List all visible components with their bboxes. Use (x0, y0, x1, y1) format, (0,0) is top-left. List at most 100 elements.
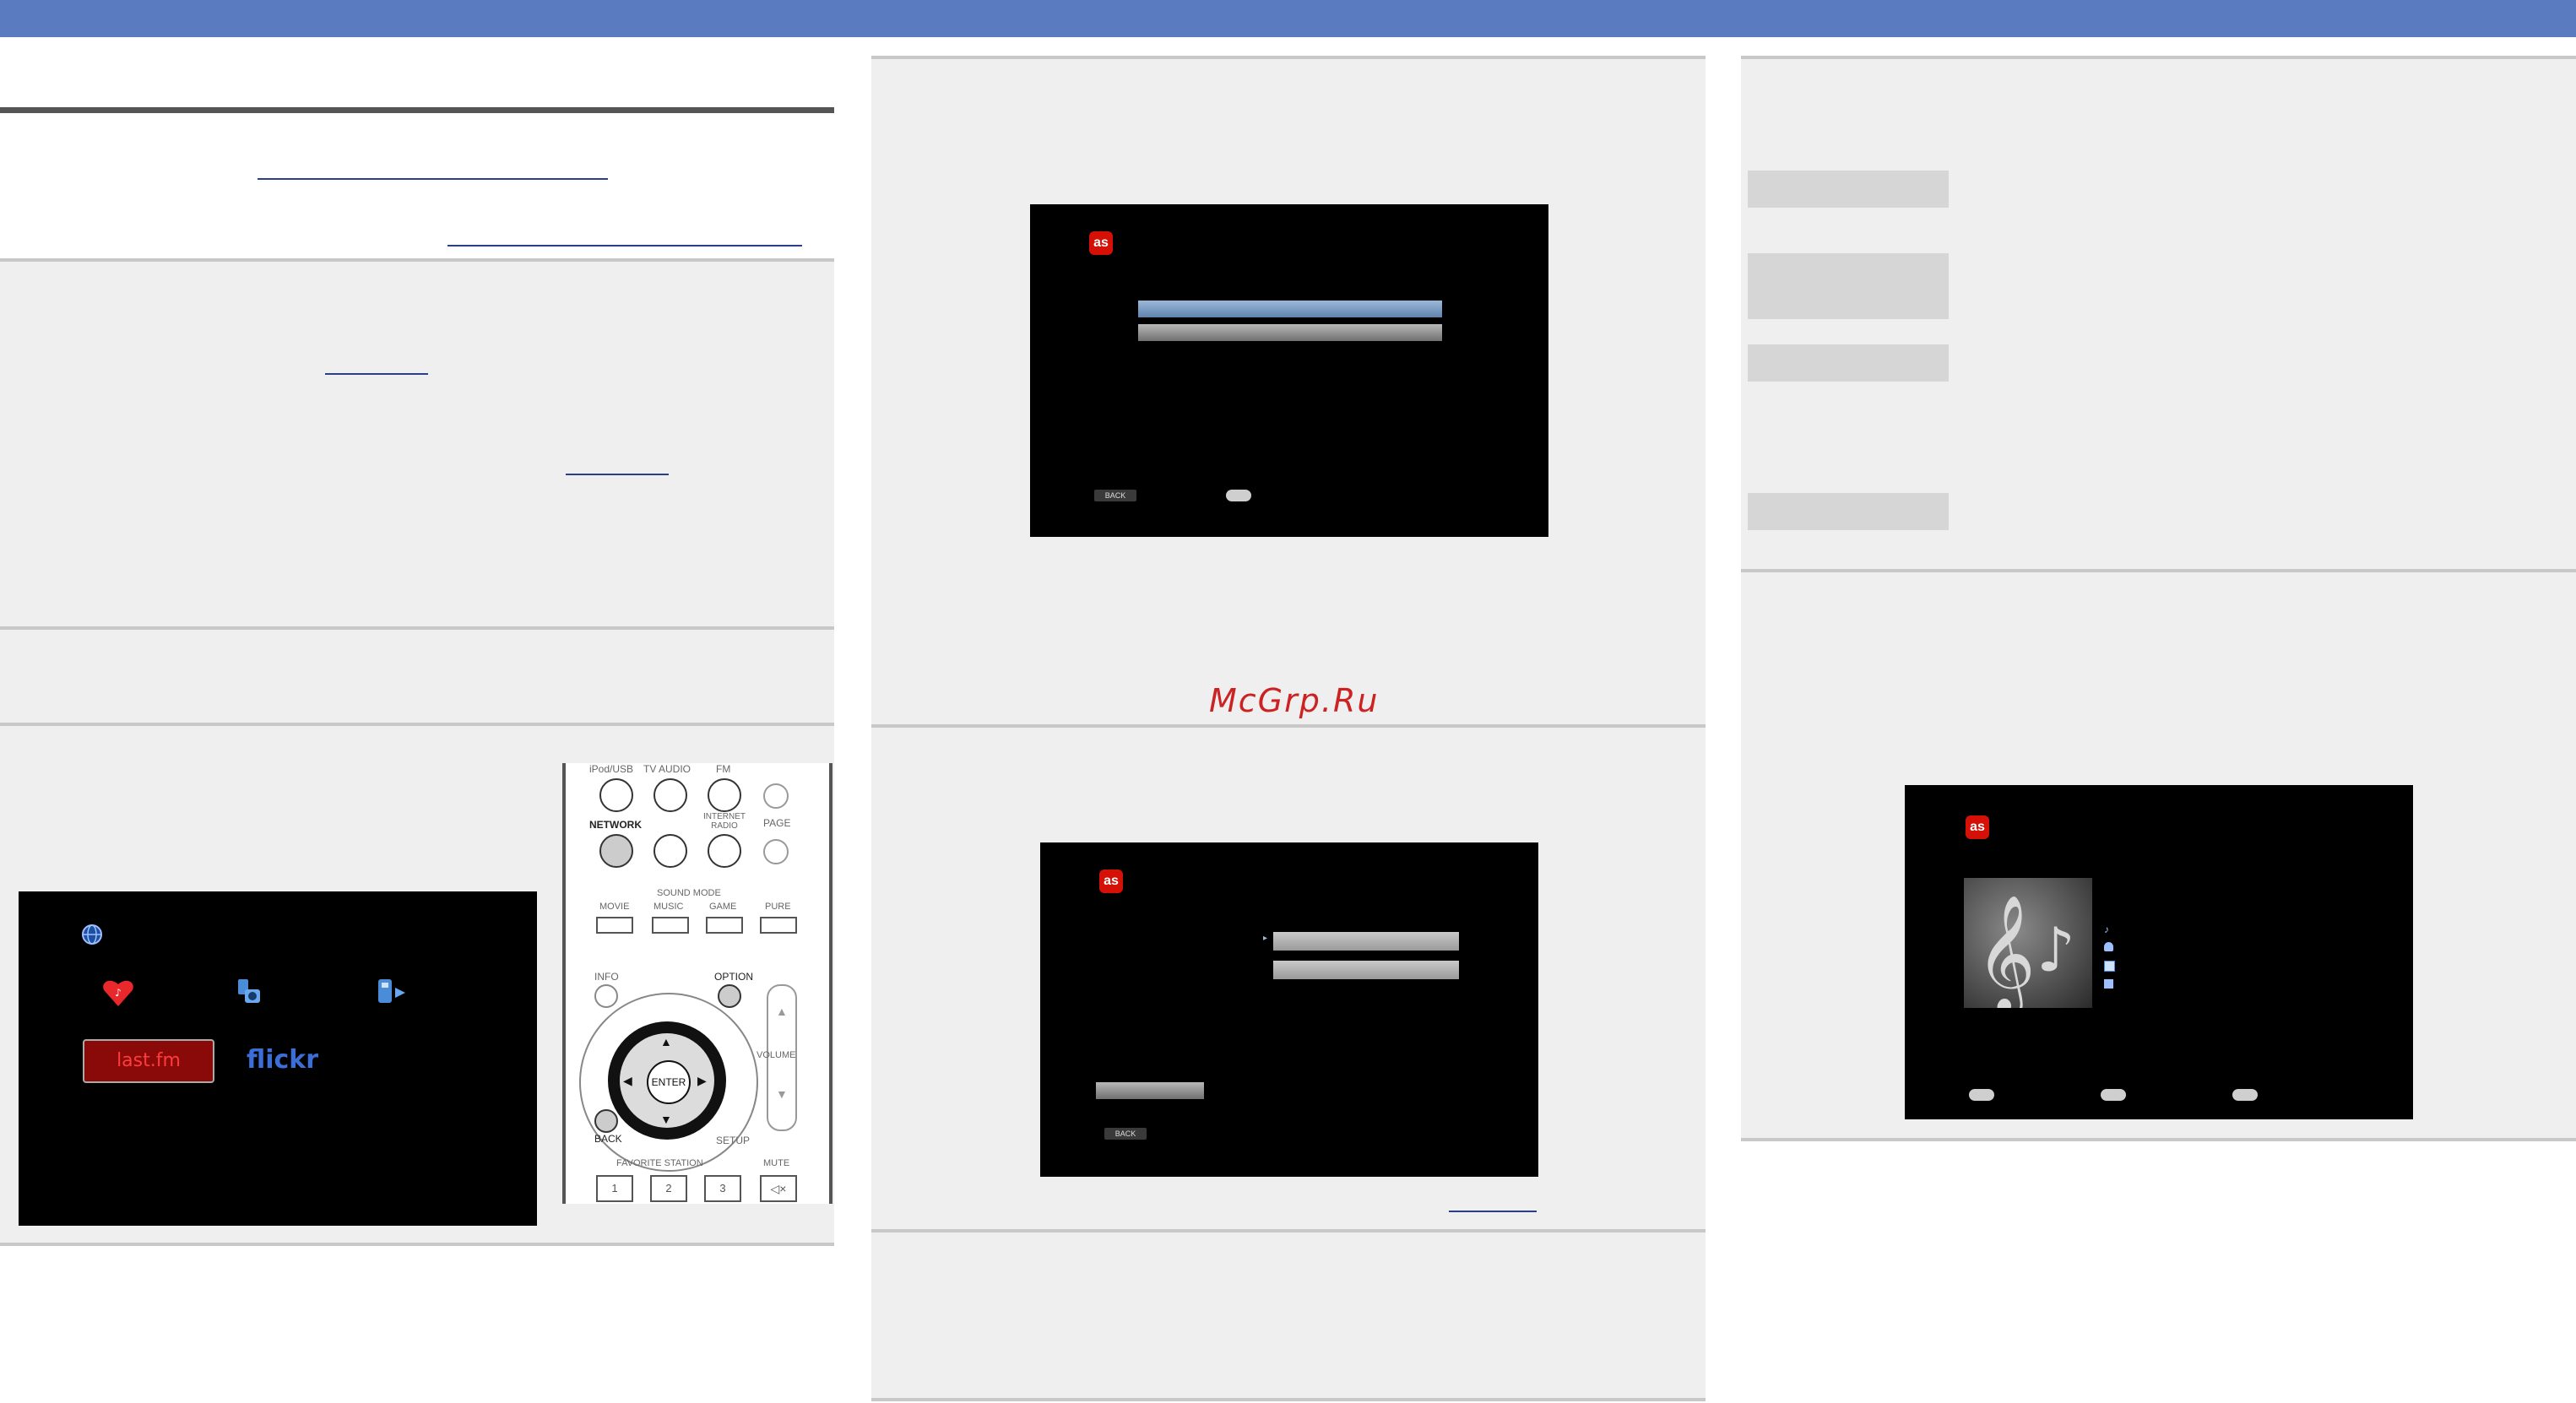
game-button[interactable] (706, 917, 743, 934)
divider (1741, 1138, 2576, 1141)
station-1-label: 1 (611, 1182, 618, 1194)
enter-button[interactable]: ENTER (647, 1060, 691, 1104)
flickr-tile[interactable]: flickr (247, 1042, 348, 1079)
info-label: INFO (594, 971, 619, 983)
music-button[interactable] (652, 917, 689, 934)
album-art: 𝄞 ♪ (1964, 878, 2092, 1017)
volume-down-icon: ▼ (776, 1087, 788, 1101)
back-button[interactable]: BACK (1104, 1128, 1147, 1140)
option-button[interactable] (718, 984, 741, 1008)
svg-text:𝄞: 𝄞 (1976, 895, 2036, 1008)
favorites-heart-icon[interactable]: ♪ (101, 978, 135, 1008)
option-label: OPTION (714, 971, 754, 983)
svg-text:♪: ♪ (115, 987, 122, 999)
setup-label: SETUP (716, 1135, 751, 1146)
station-2-button[interactable]: 2 (650, 1175, 687, 1202)
menu-item[interactable] (1138, 324, 1442, 341)
cursor-arrow-icon: ▸ (1263, 934, 1268, 943)
ipod-usb-label: iPod/USB (589, 763, 634, 775)
volume-label: VOLUME (757, 1050, 796, 1060)
menu-item-selected[interactable] (1138, 301, 1442, 317)
username-field[interactable] (1273, 932, 1459, 951)
reference-link-1[interactable] (258, 178, 608, 180)
internet-radio-icon[interactable] (375, 978, 409, 1008)
option-label-box (1748, 253, 1949, 319)
dpad-right-icon[interactable]: ▶ (697, 1074, 707, 1088)
option-panel (1741, 59, 2576, 569)
option-label-box (1748, 344, 1949, 382)
tv-audio-label: TV AUDIO (643, 763, 691, 775)
music-label: MUSIC (653, 902, 684, 912)
info-button[interactable] (594, 984, 618, 1008)
back-button[interactable] (594, 1109, 618, 1133)
tv-audio-button[interactable] (653, 778, 687, 812)
fm-button[interactable] (708, 778, 741, 812)
station-icon (2104, 979, 2113, 989)
network-label: NETWORK (589, 819, 642, 831)
page-down-button[interactable] (763, 839, 789, 864)
lastfm-tile[interactable]: last.fm (83, 1039, 214, 1083)
option-label-box (1748, 171, 1949, 208)
back-label: BACK (594, 1133, 622, 1145)
station-3-button[interactable]: 3 (704, 1175, 741, 1202)
album-icon (2104, 961, 2115, 972)
network-menu-screen: ♪ last.fm flickr (19, 891, 537, 1226)
cursor-keys-icon (1969, 1089, 1994, 1101)
mute-button[interactable]: ◁× (760, 1175, 797, 1202)
watermark: McGrp.Ru (1209, 682, 1380, 719)
mute-label: MUTE (763, 1158, 790, 1168)
svg-text:♪: ♪ (2036, 914, 2075, 985)
internet-radio-button[interactable] (708, 834, 741, 868)
page-link-2[interactable] (566, 474, 669, 475)
page-label: PAGE (763, 817, 791, 829)
station-1-button[interactable]: 1 (596, 1175, 633, 1202)
flickr-label: flickr (247, 1045, 319, 1075)
page-link[interactable] (1449, 1211, 1537, 1212)
movie-label: MOVIE (599, 902, 630, 912)
option-label-box (1748, 493, 1949, 530)
lastfm-logo-icon: as (1089, 231, 1113, 255)
artist-icon (2104, 942, 2113, 951)
fm-label: FM (716, 763, 731, 775)
network-button[interactable] (599, 834, 633, 868)
header-bar (0, 0, 2576, 37)
volume-up-icon: ▲ (776, 1005, 788, 1018)
dpad-left-icon[interactable]: ◀ (623, 1074, 632, 1088)
reference-link-2[interactable] (447, 245, 802, 246)
station-3-label: 3 (719, 1182, 726, 1194)
pure-button[interactable] (760, 917, 797, 934)
internet-radio-label: INTERNET RADIO (703, 812, 746, 831)
mute-icon: ◁× (770, 1182, 787, 1195)
movie-button[interactable] (596, 917, 633, 934)
globe-icon (82, 924, 102, 945)
lastfm-account-screen: as ▸ BACK (1040, 842, 1538, 1177)
cursor-keys-icon (1226, 490, 1251, 501)
enter-label: ENTER (651, 1076, 686, 1088)
step-panel (871, 1232, 1706, 1400)
divider (871, 1398, 1706, 1401)
page-up-button[interactable] (763, 783, 789, 809)
lastfm-logo-icon: as (1966, 815, 1989, 839)
page-link-1[interactable] (325, 373, 428, 375)
pure-label: PURE (765, 902, 791, 912)
divider (0, 1243, 834, 1246)
lastfm-logo-icon: as (1099, 869, 1123, 893)
unlabeled-button[interactable] (653, 834, 687, 868)
cursor-keys-icon (2232, 1089, 2258, 1101)
password-field[interactable] (1273, 961, 1459, 979)
station-2-label: 2 (665, 1182, 672, 1194)
lastfm-login-screen: as BACK (1030, 204, 1548, 537)
track-icon: ♪ (2104, 924, 2109, 935)
remote-control: iPod/USB TV AUDIO FM NETWORK INTERNET RA… (562, 763, 832, 1204)
ipod-usb-button[interactable] (599, 778, 633, 812)
section-heading-rule (0, 107, 834, 113)
login-button[interactable] (1096, 1082, 1204, 1099)
dpad-up-icon[interactable]: ▲ (660, 1035, 672, 1048)
info-panel (0, 630, 834, 723)
dpad-down-icon[interactable]: ▼ (660, 1113, 672, 1126)
cursor-keys-icon (2101, 1089, 2126, 1101)
now-playing-screen: as 𝄞 ♪ ♪ (1905, 785, 2413, 1119)
back-button[interactable]: BACK (1094, 490, 1136, 501)
sound-mode-label: SOUND MODE (657, 888, 721, 898)
media-server-icon[interactable] (233, 978, 267, 1008)
